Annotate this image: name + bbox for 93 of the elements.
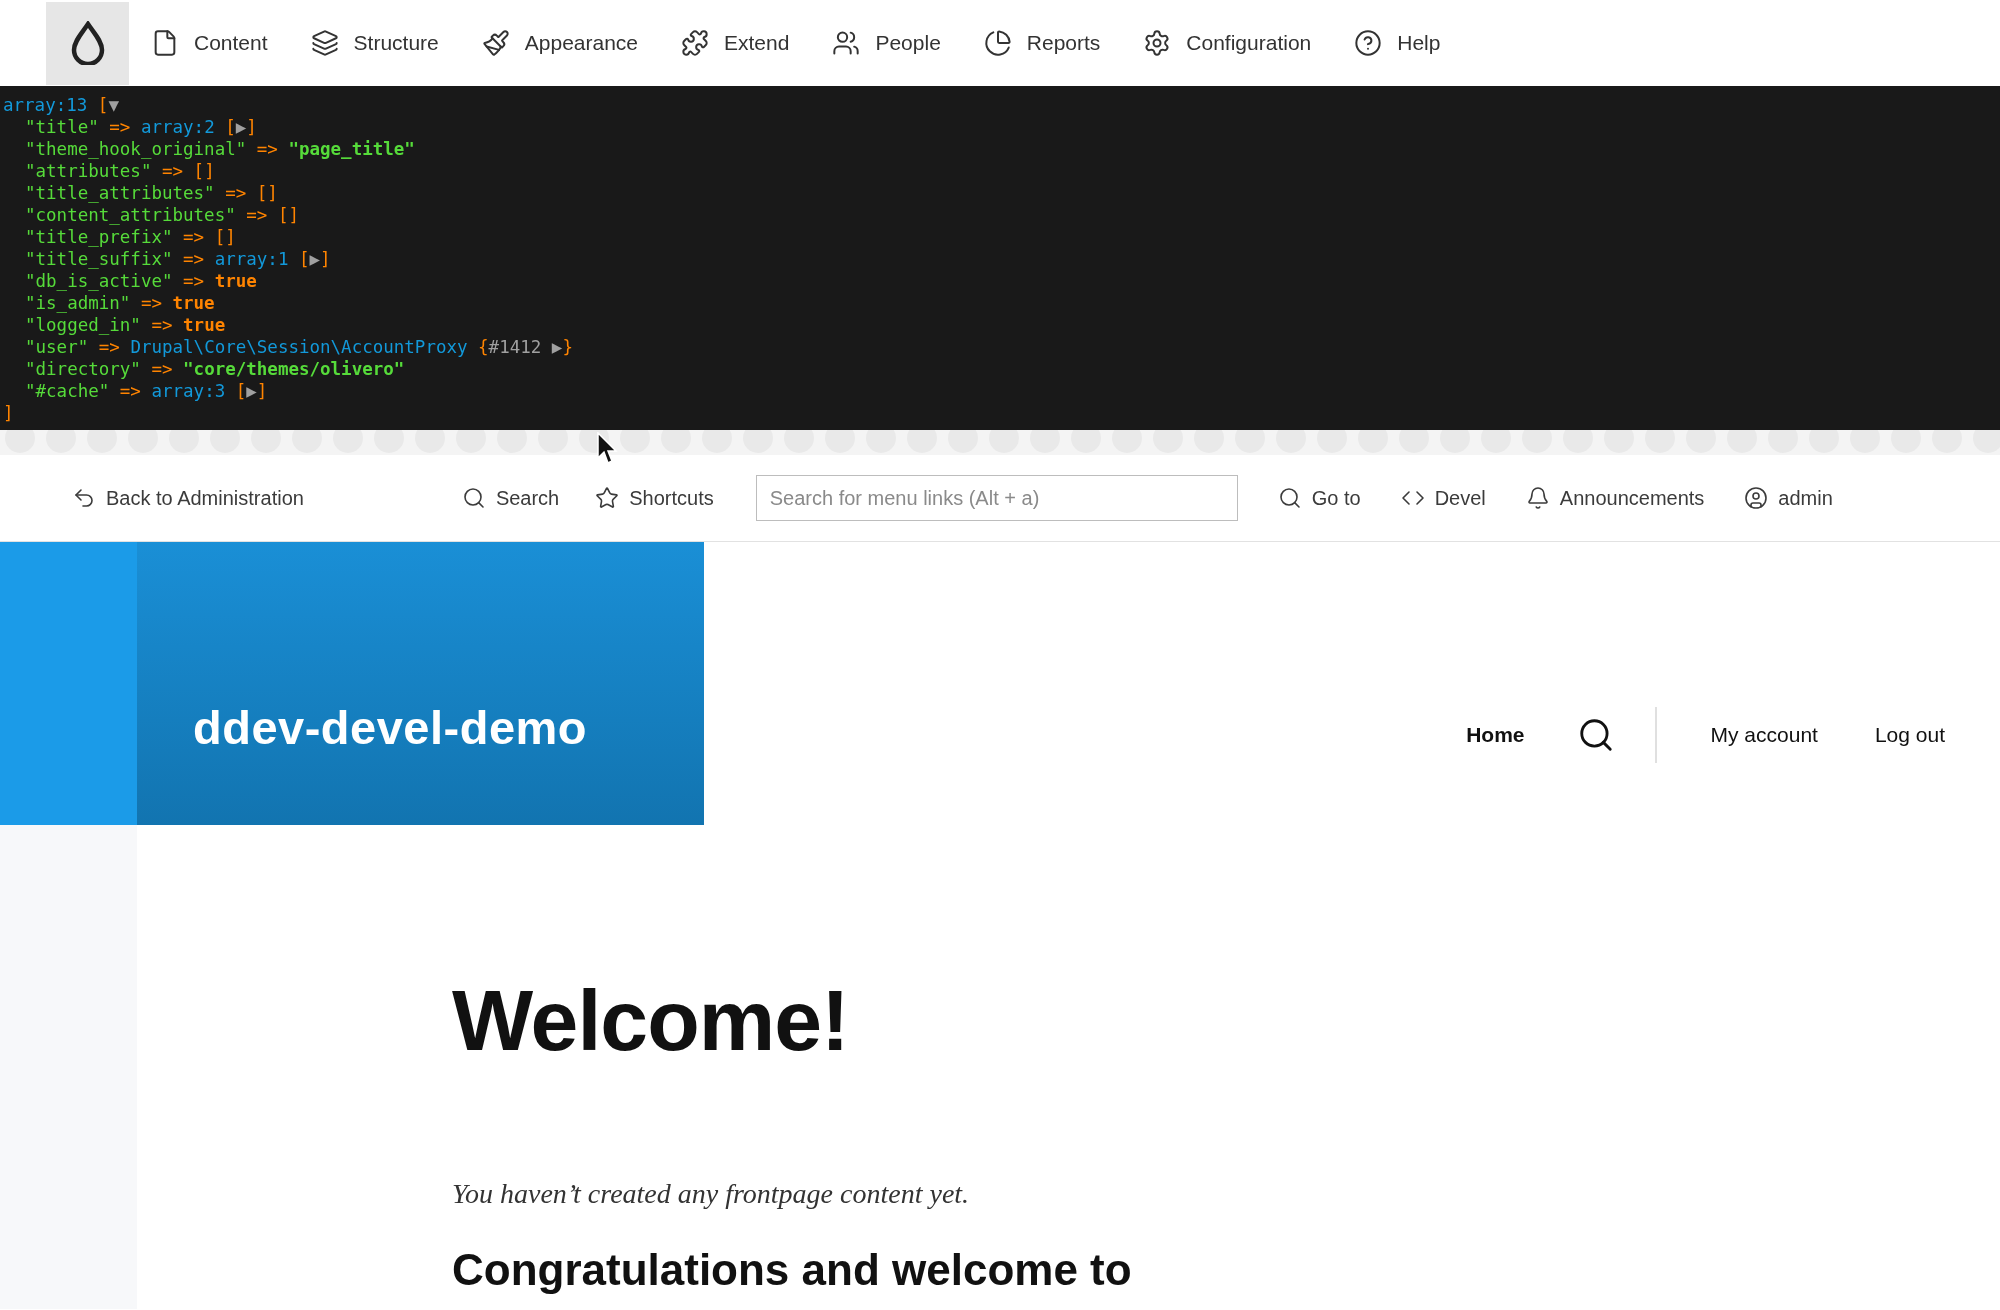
announcements-button[interactable]: Announcements [1525, 483, 1705, 513]
main-nav-link[interactable]: Home [1466, 719, 1525, 751]
bell-icon [1525, 486, 1550, 510]
dump-token: true [214, 271, 257, 291]
brush-icon [481, 29, 510, 57]
dump-token[interactable]: ▶ [235, 117, 247, 137]
search-icon [1277, 486, 1302, 510]
dump-token: "page_title" [288, 139, 415, 159]
dump-token: "#cache" [25, 381, 110, 401]
dump-token: [ [224, 117, 236, 137]
pie-chart-icon [983, 29, 1012, 57]
admin-menu-item[interactable]: Structure [310, 27, 439, 59]
main-nav-link[interactable]: My account [1710, 719, 1818, 751]
dump-token: => [224, 183, 248, 203]
layers-icon [310, 29, 339, 57]
menu-search-field[interactable]: Search for menu links (Alt + a) [755, 475, 1238, 521]
drop-logo-icon [69, 21, 106, 65]
settings-icon [1143, 29, 1172, 57]
dump-token: => [150, 359, 174, 379]
dump-token: array:2 [140, 117, 215, 137]
dump-token[interactable]: #1412 ▶ [488, 337, 563, 357]
shortcuts-button[interactable]: Shortcuts [595, 483, 714, 513]
dump-token: => [182, 271, 206, 291]
dump-token: "db_is_active" [25, 271, 173, 291]
dump-token: "is_admin" [25, 293, 131, 313]
dump-token: ] [246, 117, 257, 137]
dump-token: ] [256, 381, 268, 401]
dump-token: { [477, 337, 489, 357]
dump-token: [] [193, 161, 215, 181]
site-name[interactable]: ddev-devel-demo [193, 692, 588, 763]
admin-menu-item[interactable]: Content [151, 27, 268, 59]
admin-menu-item[interactable]: Appearance [481, 27, 639, 59]
people-icon [832, 29, 861, 57]
dump-token: } [562, 337, 573, 357]
page-title: Welcome! [452, 975, 850, 1065]
admin-menu-item[interactable]: Extend [681, 27, 790, 59]
dump-token: => [245, 205, 269, 225]
user-menu-button[interactable]: admin [1744, 483, 1833, 513]
dump-token: [ [234, 381, 247, 401]
dump-token: "content_attributes" [25, 205, 236, 225]
help-icon [1354, 29, 1383, 57]
puzzle-icon [681, 29, 710, 57]
dump-token: => [118, 381, 142, 401]
empty-message: You haven’t created any frontpage content yet. [452, 1177, 971, 1211]
dump-token: ] [3, 403, 14, 423]
main-nav-link[interactable]: Log out [1874, 719, 1945, 751]
dump-token: "theme_hook_original" [25, 139, 247, 159]
search-button[interactable]: Search [461, 483, 560, 513]
admin-menu-item[interactable]: Configuration [1143, 27, 1312, 59]
user-icon [1744, 486, 1769, 510]
admin-menu-item[interactable]: People [832, 27, 941, 59]
dump-token: => [139, 293, 163, 313]
dump-token: ] [320, 249, 331, 269]
logo-button[interactable] [46, 1, 129, 85]
devel-button[interactable]: Devel [1400, 483, 1486, 513]
section-heading: Congratulations and welcome to [452, 1245, 1132, 1295]
admin-menu-item[interactable]: Reports [983, 27, 1101, 59]
dump-token: true [172, 293, 215, 313]
dump-token: "title_attributes" [25, 183, 215, 203]
dump-token: array:1 [214, 249, 289, 269]
go-to-button[interactable]: Go to [1277, 483, 1361, 513]
dump-token[interactable]: ▶ [309, 249, 321, 269]
dump-token: array:3 [151, 381, 226, 401]
dump-token: => [108, 117, 132, 137]
dump-token: [ [297, 249, 310, 269]
dump-token[interactable]: ▶ [246, 381, 257, 401]
dump-token: "title_prefix" [25, 227, 173, 247]
dump-token: "directory" [25, 359, 141, 379]
admin-menu-item[interactable]: Help [1354, 27, 1441, 59]
dump-token: [ [96, 95, 109, 115]
back-arrow-icon [72, 486, 96, 510]
dump-token: => [150, 315, 174, 335]
dump-token: => [97, 337, 121, 357]
dump-token: [] [214, 227, 236, 247]
dump-token: "logged_in" [25, 315, 141, 335]
star-icon [595, 486, 620, 510]
dump-token: => [255, 139, 279, 159]
dump-token: Drupal\Core\Session\AccountProxy [130, 337, 468, 357]
dump-token: "user" [25, 337, 89, 357]
dump-token: "title_suffix" [25, 249, 173, 269]
dump-token: true [183, 315, 226, 335]
dump-token: [] [256, 183, 278, 203]
back-link[interactable]: Back to Administration [72, 483, 304, 513]
dump-token: => [160, 161, 185, 181]
dump-token: "core/themes/olivero" [183, 359, 405, 379]
dump-token: => [182, 249, 206, 269]
dump-token: "title" [25, 117, 99, 137]
dump-token: "attributes" [25, 161, 152, 181]
search-icon [461, 486, 486, 510]
dump-token[interactable]: ▼ [108, 95, 119, 115]
dump-token: array:13 [3, 95, 88, 115]
dump-token: [] [277, 205, 299, 225]
dump-token: => [182, 227, 206, 247]
